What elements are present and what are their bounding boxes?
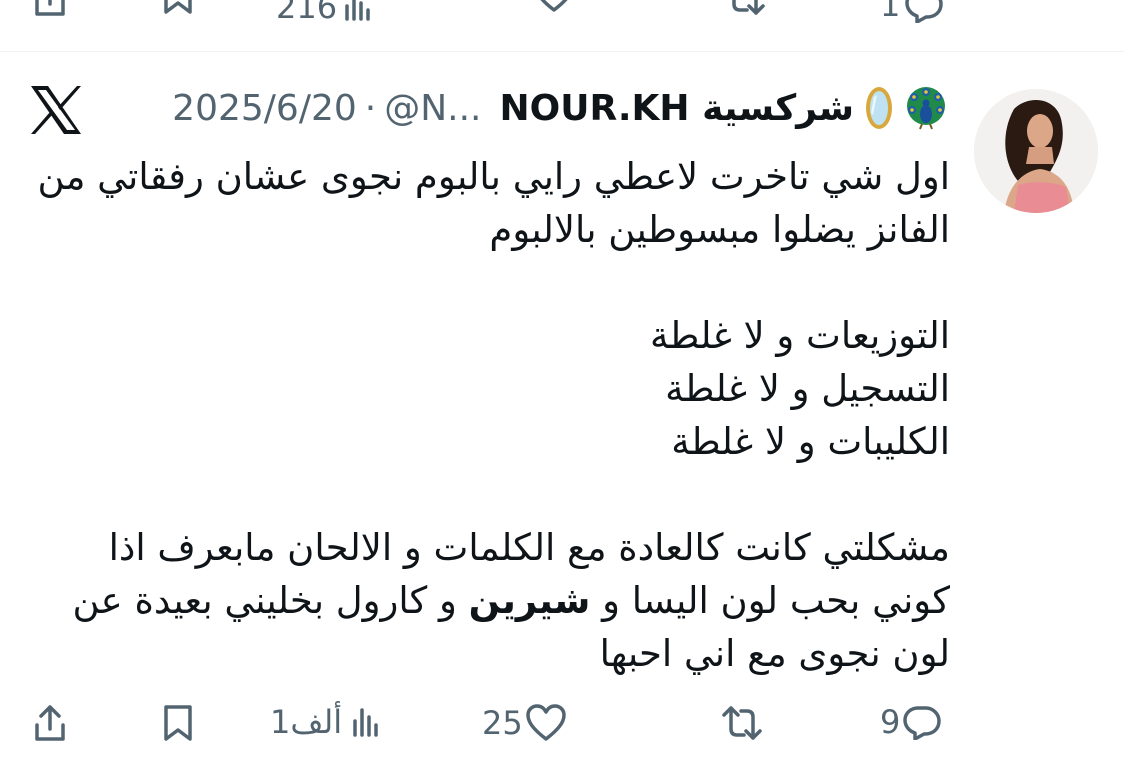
author-avatar[interactable] [974,89,1098,213]
x-logo-icon [31,86,81,134]
bookmark-icon [164,705,192,741]
share-button[interactable] [32,703,68,743]
retweet-icon [722,706,762,740]
like-icon [525,704,566,741]
tweet-line: الكليبات و لا غلطة [671,420,950,463]
reply-button[interactable]: 9 [880,703,942,741]
tweet-bold-name: شيرين [468,579,591,622]
views-icon [353,708,378,737]
prev-retweet-button[interactable] [723,0,767,18]
prev-views-count: 216 [276,0,338,26]
like-button[interactable]: 25 [482,703,567,743]
previous-tweet-action-bar: 216 1 [0,0,1124,50]
header-separator: · [364,87,377,129]
like-count: 25 [482,704,523,742]
views-button[interactable]: 1ألف [270,703,382,741]
bookmark-button[interactable] [162,703,194,743]
tweet-divider [0,51,1124,52]
avatar-image [974,89,1098,213]
tweet-line: لون نجوى مع اني احبها [599,632,950,675]
prev-reply-count: 1 [880,0,901,24]
tweet-line: اول شي تاخرت لاعطي رايي بالبوم نجوى عشان… [37,155,950,198]
views-count: 1ألف [270,703,343,741]
author-name-main: NOUR.KH [499,87,690,129]
author-name-suffix: شركسية [702,87,854,129]
mirror-emoji-icon [864,85,894,131]
tweet-line: مشكلتي كانت كالعادة مع الكلمات و الالحان… [108,526,950,569]
reply-icon [903,706,942,740]
views-icon [345,0,370,21]
tweet-line: كوني بحب لون اليسا و شيرين و كارول بخلين… [30,574,950,627]
tweet-line: الفانز يضلوا مبسوطين بالالبوم [489,208,950,251]
tweet-date[interactable]: 2025/6/20 [172,88,357,129]
tweet-header: 2025/6/20 · @N... شركسية NOUR.KH [118,82,948,134]
prev-reply-button[interactable]: 1 [880,0,944,24]
tweet-action-bar: 1ألف 25 9 [0,695,1124,751]
reply-icon [905,0,944,23]
retweet-icon [732,0,765,15]
reply-count: 9 [880,703,901,741]
retweet-button[interactable] [720,703,764,743]
prev-bookmark-button[interactable] [162,0,194,16]
tweet-line: التوزيعات و لا غلطة [650,314,950,357]
author-handle[interactable]: @N... [384,88,481,129]
prev-like-button[interactable] [533,0,575,14]
author-name[interactable]: شركسية NOUR.KH [499,88,854,129]
bookmark-icon [164,0,192,14]
tweet-text-segment: كوني بحب لون اليسا و [590,579,950,622]
tweet-line: التسجيل و لا غلطة [665,367,950,410]
share-icon [35,0,65,16]
x-logo[interactable] [28,84,84,136]
prev-share-button[interactable] [32,0,68,18]
tweet-text-segment: و كارول بخليني بعيدة عن [72,579,469,622]
tweet-screen: 216 1 2025/6/20 · @N... شركسية NOUR.KH ا… [0,0,1124,766]
prev-views-button[interactable]: 216 [276,0,373,26]
peacock-emoji-icon [904,86,948,130]
share-icon [35,705,65,741]
like-icon [540,0,568,12]
tweet-text: اول شي تاخرت لاعطي رايي بالبوم نجوى عشان… [30,150,950,680]
